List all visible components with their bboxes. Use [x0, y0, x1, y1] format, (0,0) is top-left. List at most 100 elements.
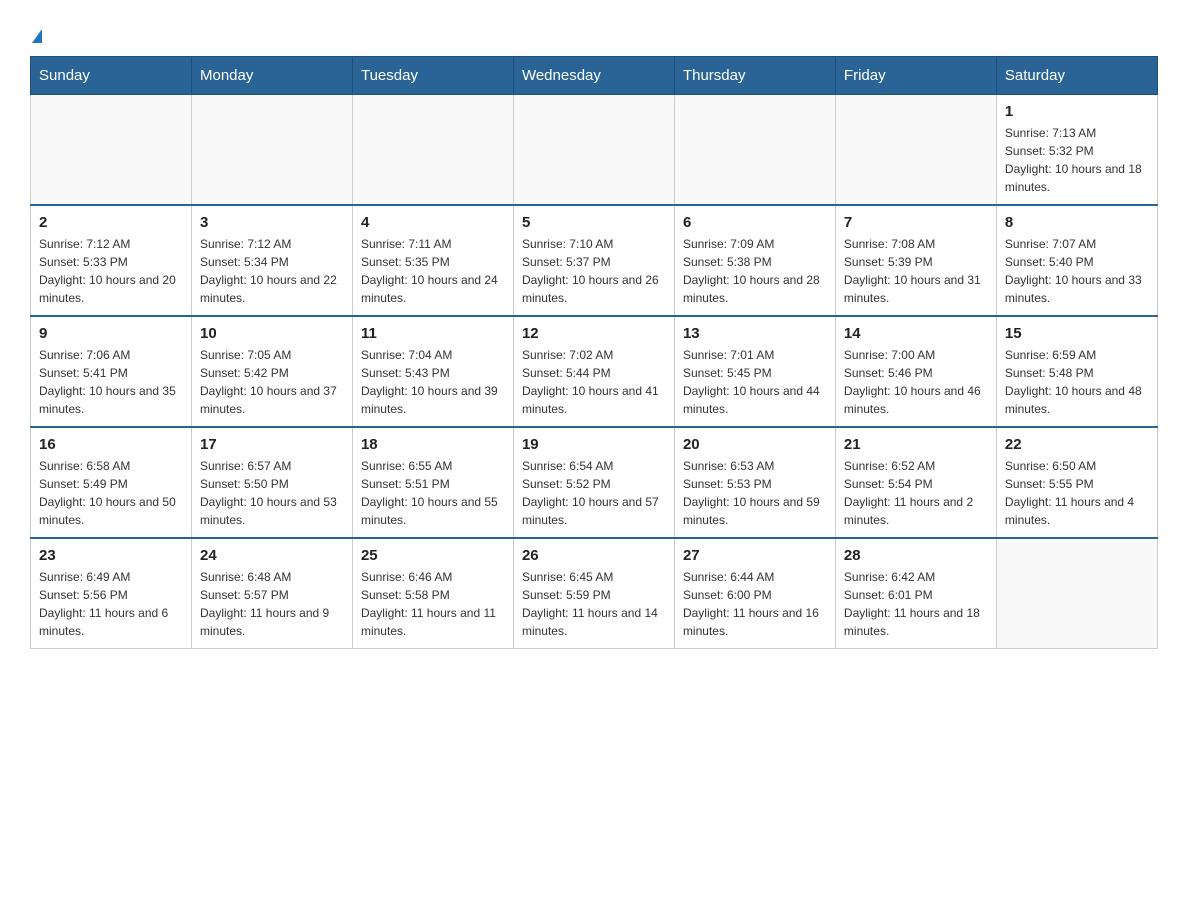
calendar-day-cell	[191, 95, 352, 206]
day-number: 19	[522, 436, 666, 453]
day-number: 7	[844, 214, 988, 231]
calendar-weekday-header: Wednesday	[513, 57, 674, 95]
day-info: Sunrise: 6:50 AM Sunset: 5:55 PM Dayligh…	[1005, 457, 1149, 529]
day-number: 28	[844, 547, 988, 564]
day-info: Sunrise: 6:59 AM Sunset: 5:48 PM Dayligh…	[1005, 346, 1149, 418]
calendar-day-cell: 25 Sunrise: 6:46 AM Sunset: 5:58 PM Dayli…	[352, 538, 513, 649]
calendar-day-cell	[674, 95, 835, 206]
logo-top-row	[30, 20, 42, 46]
calendar-weekday-header: Tuesday	[352, 57, 513, 95]
day-number: 26	[522, 547, 666, 564]
day-info: Sunrise: 6:42 AM Sunset: 6:01 PM Dayligh…	[844, 568, 988, 640]
day-info: Sunrise: 7:12 AM Sunset: 5:33 PM Dayligh…	[39, 235, 183, 307]
day-number: 16	[39, 436, 183, 453]
day-number: 23	[39, 547, 183, 564]
day-number: 13	[683, 325, 827, 342]
day-info: Sunrise: 7:08 AM Sunset: 5:39 PM Dayligh…	[844, 235, 988, 307]
calendar-day-cell: 23 Sunrise: 6:49 AM Sunset: 5:56 PM Dayli…	[31, 538, 192, 649]
day-info: Sunrise: 7:06 AM Sunset: 5:41 PM Dayligh…	[39, 346, 183, 418]
day-number: 5	[522, 214, 666, 231]
day-number: 24	[200, 547, 344, 564]
calendar-day-cell: 21 Sunrise: 6:52 AM Sunset: 5:54 PM Dayli…	[835, 427, 996, 538]
calendar-day-cell: 27Sunrise: 6:44 AM Sunset: 6:00 PM Dayli…	[674, 538, 835, 649]
day-info: Sunrise: 6:49 AM Sunset: 5:56 PM Dayligh…	[39, 568, 183, 640]
calendar-weekday-header: Monday	[191, 57, 352, 95]
day-number: 15	[1005, 325, 1149, 342]
day-number: 10	[200, 325, 344, 342]
day-info: Sunrise: 6:54 AM Sunset: 5:52 PM Dayligh…	[522, 457, 666, 529]
day-number: 3	[200, 214, 344, 231]
calendar-week-row: 9Sunrise: 7:06 AM Sunset: 5:41 PM Daylig…	[31, 316, 1158, 427]
calendar-weekday-header: Friday	[835, 57, 996, 95]
calendar-day-cell: 9Sunrise: 7:06 AM Sunset: 5:41 PM Daylig…	[31, 316, 192, 427]
calendar-day-cell: 28 Sunrise: 6:42 AM Sunset: 6:01 PM Dayli…	[835, 538, 996, 649]
day-info: Sunrise: 7:01 AM Sunset: 5:45 PM Dayligh…	[683, 346, 827, 418]
calendar-day-cell: 15 Sunrise: 6:59 AM Sunset: 5:48 PM Dayli…	[996, 316, 1157, 427]
day-info: Sunrise: 7:10 AM Sunset: 5:37 PM Dayligh…	[522, 235, 666, 307]
day-info: Sunrise: 6:48 AM Sunset: 5:57 PM Dayligh…	[200, 568, 344, 640]
calendar-week-row: 23 Sunrise: 6:49 AM Sunset: 5:56 PM Dayli…	[31, 538, 1158, 649]
calendar-day-cell: 14Sunrise: 7:00 AM Sunset: 5:46 PM Dayli…	[835, 316, 996, 427]
day-info: Sunrise: 6:53 AM Sunset: 5:53 PM Dayligh…	[683, 457, 827, 529]
calendar-day-cell: 24 Sunrise: 6:48 AM Sunset: 5:57 PM Dayli…	[191, 538, 352, 649]
day-info: Sunrise: 6:55 AM Sunset: 5:51 PM Dayligh…	[361, 457, 505, 529]
day-number: 4	[361, 214, 505, 231]
day-info: Sunrise: 7:09 AM Sunset: 5:38 PM Dayligh…	[683, 235, 827, 307]
calendar-day-cell: 6 Sunrise: 7:09 AM Sunset: 5:38 PM Daylig…	[674, 205, 835, 316]
calendar-day-cell	[996, 538, 1157, 649]
calendar-day-cell: 2 Sunrise: 7:12 AM Sunset: 5:33 PM Daylig…	[31, 205, 192, 316]
day-number: 1	[1005, 103, 1149, 120]
calendar-day-cell: 26 Sunrise: 6:45 AM Sunset: 5:59 PM Dayli…	[513, 538, 674, 649]
day-number: 17	[200, 436, 344, 453]
calendar-day-cell: 17 Sunrise: 6:57 AM Sunset: 5:50 PM Dayli…	[191, 427, 352, 538]
day-number: 20	[683, 436, 827, 453]
day-info: Sunrise: 7:11 AM Sunset: 5:35 PM Dayligh…	[361, 235, 505, 307]
calendar-weekday-header: Sunday	[31, 57, 192, 95]
calendar-day-cell: 12Sunrise: 7:02 AM Sunset: 5:44 PM Dayli…	[513, 316, 674, 427]
day-info: Sunrise: 6:52 AM Sunset: 5:54 PM Dayligh…	[844, 457, 988, 529]
calendar-week-row: 16Sunrise: 6:58 AM Sunset: 5:49 PM Dayli…	[31, 427, 1158, 538]
day-info: Sunrise: 6:45 AM Sunset: 5:59 PM Dayligh…	[522, 568, 666, 640]
calendar-day-cell	[352, 95, 513, 206]
day-number: 25	[361, 547, 505, 564]
logo-triangle-icon	[32, 29, 42, 43]
day-info: Sunrise: 6:46 AM Sunset: 5:58 PM Dayligh…	[361, 568, 505, 640]
calendar-day-cell: 10 Sunrise: 7:05 AM Sunset: 5:42 PM Dayli…	[191, 316, 352, 427]
day-number: 8	[1005, 214, 1149, 231]
calendar-day-cell: 20 Sunrise: 6:53 AM Sunset: 5:53 PM Dayli…	[674, 427, 835, 538]
calendar-table: SundayMondayTuesdayWednesdayThursdayFrid…	[30, 56, 1158, 649]
calendar-day-cell: 5 Sunrise: 7:10 AM Sunset: 5:37 PM Daylig…	[513, 205, 674, 316]
calendar-day-cell: 1 Sunrise: 7:13 AM Sunset: 5:32 PM Daylig…	[996, 95, 1157, 206]
logo	[30, 20, 42, 46]
day-info: Sunrise: 7:02 AM Sunset: 5:44 PM Dayligh…	[522, 346, 666, 418]
day-number: 6	[683, 214, 827, 231]
calendar-day-cell	[835, 95, 996, 206]
calendar-header-row: SundayMondayTuesdayWednesdayThursdayFrid…	[31, 57, 1158, 95]
day-info: Sunrise: 6:44 AM Sunset: 6:00 PM Dayligh…	[683, 568, 827, 640]
page-header	[30, 20, 1158, 46]
calendar-day-cell: 18 Sunrise: 6:55 AM Sunset: 5:51 PM Dayli…	[352, 427, 513, 538]
calendar-day-cell: 8Sunrise: 7:07 AM Sunset: 5:40 PM Daylig…	[996, 205, 1157, 316]
day-info: Sunrise: 7:12 AM Sunset: 5:34 PM Dayligh…	[200, 235, 344, 307]
day-info: Sunrise: 7:00 AM Sunset: 5:46 PM Dayligh…	[844, 346, 988, 418]
calendar-day-cell	[513, 95, 674, 206]
calendar-day-cell: 11Sunrise: 7:04 AM Sunset: 5:43 PM Dayli…	[352, 316, 513, 427]
calendar-day-cell	[31, 95, 192, 206]
day-number: 18	[361, 436, 505, 453]
calendar-day-cell: 19 Sunrise: 6:54 AM Sunset: 5:52 PM Dayli…	[513, 427, 674, 538]
day-info: Sunrise: 6:57 AM Sunset: 5:50 PM Dayligh…	[200, 457, 344, 529]
calendar-day-cell: 13 Sunrise: 7:01 AM Sunset: 5:45 PM Dayli…	[674, 316, 835, 427]
day-number: 2	[39, 214, 183, 231]
calendar-day-cell: 3 Sunrise: 7:12 AM Sunset: 5:34 PM Daylig…	[191, 205, 352, 316]
calendar-day-cell: 7 Sunrise: 7:08 AM Sunset: 5:39 PM Daylig…	[835, 205, 996, 316]
calendar-day-cell: 4 Sunrise: 7:11 AM Sunset: 5:35 PM Daylig…	[352, 205, 513, 316]
day-info: Sunrise: 7:13 AM Sunset: 5:32 PM Dayligh…	[1005, 124, 1149, 196]
calendar-day-cell: 22Sunrise: 6:50 AM Sunset: 5:55 PM Dayli…	[996, 427, 1157, 538]
day-number: 21	[844, 436, 988, 453]
calendar-day-cell: 16Sunrise: 6:58 AM Sunset: 5:49 PM Dayli…	[31, 427, 192, 538]
day-info: Sunrise: 7:04 AM Sunset: 5:43 PM Dayligh…	[361, 346, 505, 418]
calendar-weekday-header: Saturday	[996, 57, 1157, 95]
day-info: Sunrise: 7:05 AM Sunset: 5:42 PM Dayligh…	[200, 346, 344, 418]
calendar-weekday-header: Thursday	[674, 57, 835, 95]
calendar-week-row: 1 Sunrise: 7:13 AM Sunset: 5:32 PM Daylig…	[31, 95, 1158, 206]
